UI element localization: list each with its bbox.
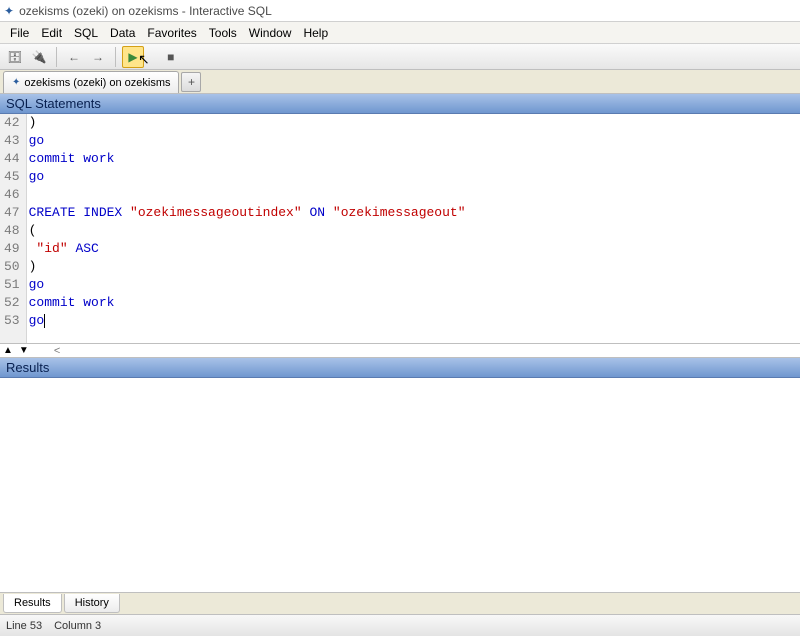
- tab-label: ozekisms (ozeki) on ozekisms: [24, 77, 170, 89]
- tab-results[interactable]: Results: [3, 594, 62, 613]
- nav-back-button[interactable]: ←: [63, 46, 85, 68]
- app-icon: ✦: [4, 4, 14, 18]
- tab-doc-icon: ✦: [12, 77, 20, 88]
- results-tab-bar: Results History: [0, 592, 800, 614]
- menu-favorites[interactable]: Favorites: [141, 24, 202, 42]
- horizontal-scroll-hint: <: [32, 345, 60, 357]
- editor-tab-bar: ✦ ozekisms (ozeki) on ozekisms +: [0, 70, 800, 94]
- toolbar-connect-icon[interactable]: 🔌: [28, 46, 50, 68]
- status-bar: Line 53 Column 3: [0, 614, 800, 636]
- code-content[interactable]: )gocommit workgoCREATE INDEX "ozekimessa…: [27, 114, 800, 343]
- results-header: Results: [0, 358, 800, 378]
- toolbar-separator: [56, 47, 57, 67]
- menu-tools[interactable]: Tools: [203, 24, 243, 42]
- scroll-down-icon[interactable]: ▼: [16, 345, 32, 356]
- line-number-gutter: 424344454647484950515253: [0, 114, 27, 343]
- window-title: ozekisms (ozeki) on ozekisms - Interacti…: [19, 4, 272, 18]
- split-handle[interactable]: ▲ ▼ <: [0, 344, 800, 358]
- new-tab-button[interactable]: +: [181, 72, 201, 92]
- results-panel: [0, 378, 800, 592]
- sql-statements-header: SQL Statements: [0, 94, 800, 114]
- menu-bar: File Edit SQL Data Favorites Tools Windo…: [0, 22, 800, 44]
- status-line: Line 53: [6, 620, 42, 632]
- code-editor[interactable]: 424344454647484950515253 )gocommit workg…: [0, 114, 800, 344]
- menu-file[interactable]: File: [4, 24, 35, 42]
- nav-forward-button[interactable]: →: [87, 46, 109, 68]
- status-column: Column 3: [54, 620, 101, 632]
- stop-button[interactable]: ■: [160, 46, 182, 68]
- tab-history[interactable]: History: [64, 594, 120, 613]
- menu-window[interactable]: Window: [243, 24, 298, 42]
- menu-data[interactable]: Data: [104, 24, 141, 42]
- scroll-up-icon[interactable]: ▲: [0, 345, 16, 356]
- menu-edit[interactable]: Edit: [35, 24, 68, 42]
- menu-sql[interactable]: SQL: [68, 24, 104, 42]
- toolbar-db-icon[interactable]: 🗄: [4, 46, 26, 68]
- toolbar-separator: [115, 47, 116, 67]
- run-button[interactable]: ▶: [122, 46, 144, 68]
- editor-tab-active[interactable]: ✦ ozekisms (ozeki) on ozekisms: [3, 71, 179, 93]
- menu-help[interactable]: Help: [297, 24, 334, 42]
- title-bar: ✦ ozekisms (ozeki) on ozekisms - Interac…: [0, 0, 800, 22]
- toolbar: 🗄 🔌 ← → ▶ ↖ ■: [0, 44, 800, 70]
